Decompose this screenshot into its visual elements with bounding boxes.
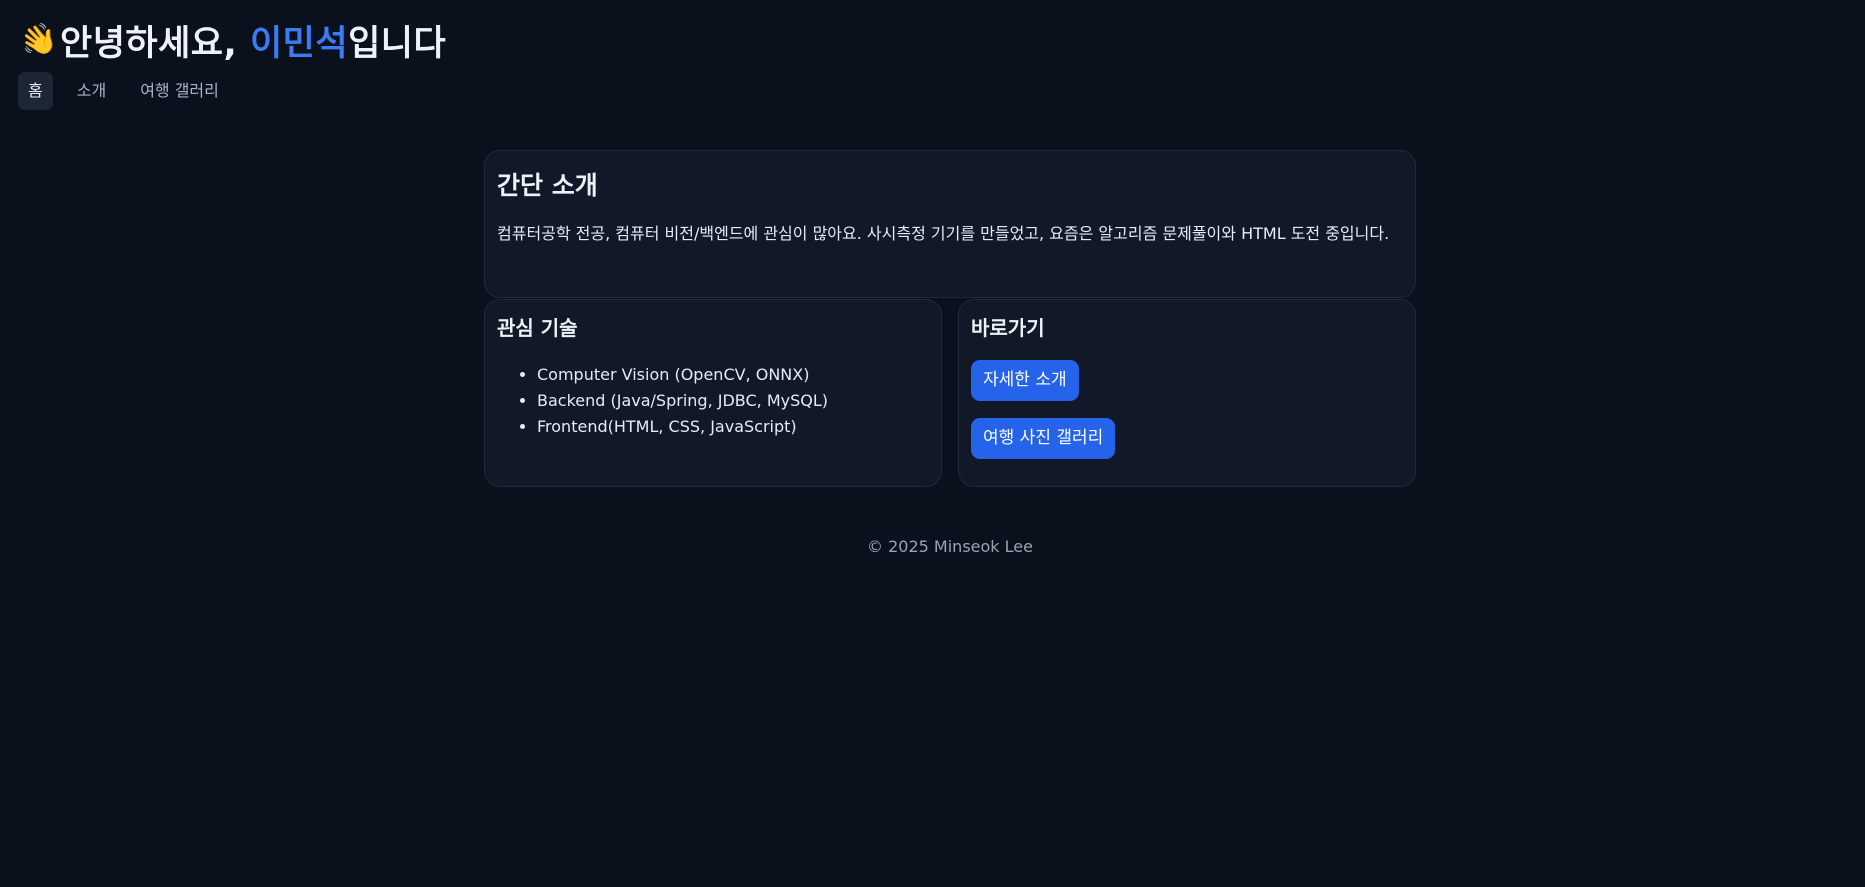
skills-card: 관심 기술 Computer Vision (OpenCV, ONNX) Bac… bbox=[484, 299, 942, 487]
skill-list: Computer Vision (OpenCV, ONNX) Backend (… bbox=[537, 362, 828, 440]
list-item: Frontend(HTML, CSS, JavaScript) bbox=[537, 414, 828, 440]
gallery-button[interactable]: 여행 사진 갤러리 bbox=[971, 418, 1116, 459]
intro-card: 간단 소개 컴퓨터공학 전공, 컴퓨터 비전/백엔드에 관심이 많아요. 사시측… bbox=[484, 150, 1416, 298]
intro-text: 컴퓨터공학 전공, 컴퓨터 비전/백엔드에 관심이 많아요. 사시측정 기기를 … bbox=[497, 224, 1390, 243]
title-suffix: 입니다 bbox=[348, 23, 447, 64]
about-button[interactable]: 자세한 소개 bbox=[971, 360, 1079, 401]
waving-hand-icon: 👋 bbox=[16, 18, 62, 63]
shortcuts-title: 바로가기 bbox=[971, 316, 1045, 340]
copyright-text: © 2025 Minseok Lee bbox=[867, 537, 1033, 556]
page-title: 안녕하세요, 이민석입니다 bbox=[60, 15, 446, 66]
title-prefix: 안녕하세요, bbox=[60, 23, 250, 64]
skills-title: 관심 기술 bbox=[497, 316, 578, 340]
intro-title: 간단 소개 bbox=[497, 171, 598, 200]
site-header: 👋 안녕하세요, 이민석입니다 bbox=[16, 15, 446, 66]
list-item: Computer Vision (OpenCV, ONNX) bbox=[537, 362, 828, 388]
title-row: 👋 안녕하세요, 이민석입니다 bbox=[16, 15, 446, 66]
footer: © 2025 Minseok Lee bbox=[0, 537, 1865, 556]
nav-item-gallery[interactable]: 여행 갤러리 bbox=[130, 72, 229, 110]
nav-item-home[interactable]: 홈 bbox=[18, 72, 53, 110]
nav-item-about[interactable]: 소개 bbox=[67, 72, 116, 110]
shortcuts-card: 바로가기 자세한 소개 여행 사진 갤러리 bbox=[958, 299, 1416, 487]
list-item: Backend (Java/Spring, JDBC, MySQL) bbox=[537, 388, 828, 414]
title-name: 이민석 bbox=[249, 23, 349, 64]
main-nav: 홈 소개 여행 갤러리 bbox=[18, 72, 243, 110]
